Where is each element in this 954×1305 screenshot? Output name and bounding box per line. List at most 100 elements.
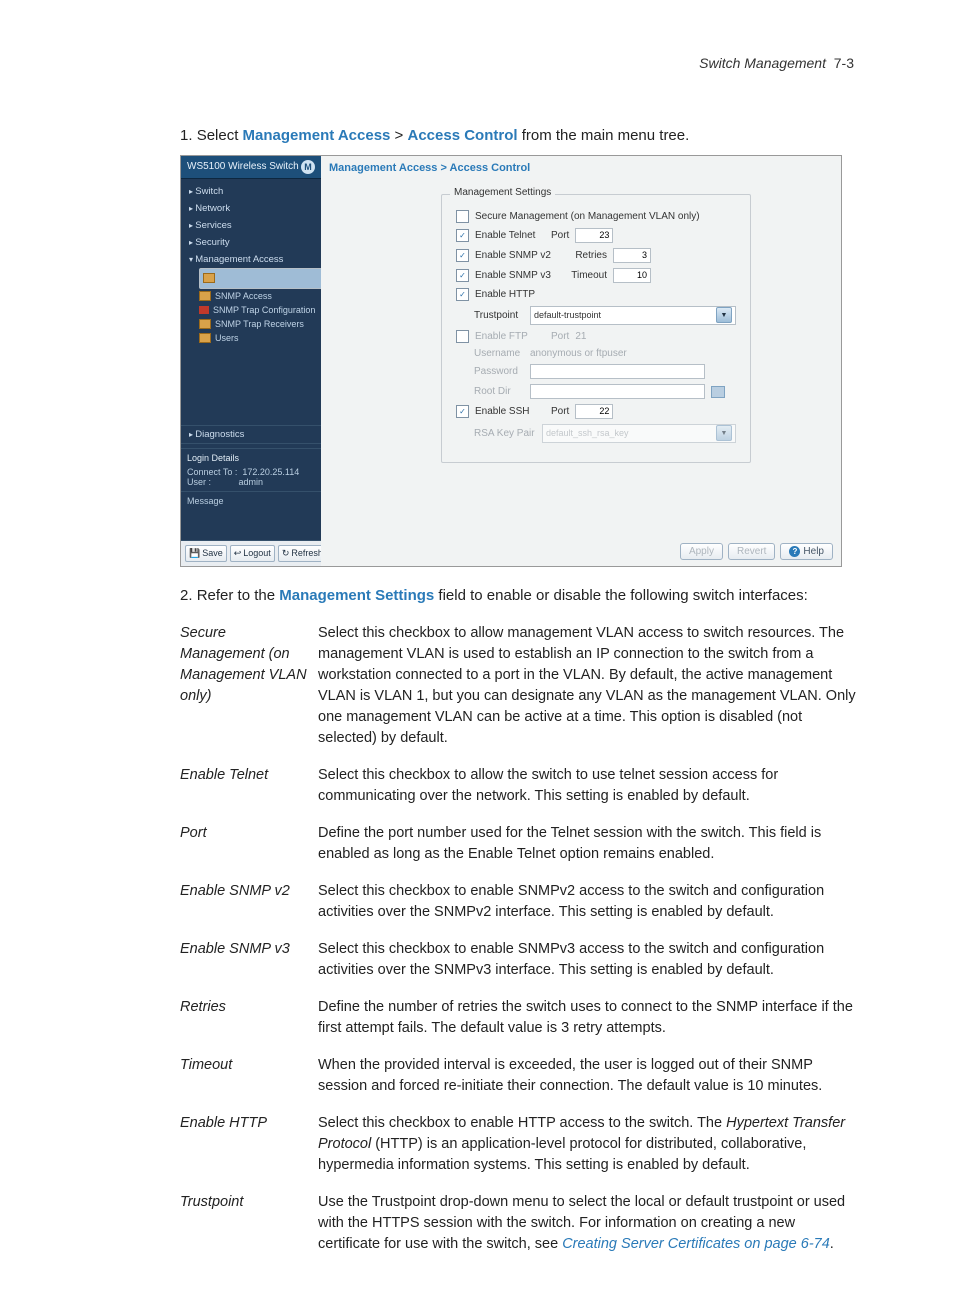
app-screenshot: WS5100 Wireless Switch M Switch Network … — [180, 155, 842, 567]
step-2-num: 2. — [180, 587, 193, 604]
login-connect-label: Connect To : — [187, 467, 237, 477]
management-settings-group: Management Settings Secure Management (o… — [441, 194, 751, 463]
ftp-port-value: 21 — [575, 331, 586, 342]
telnet-port-input[interactable] — [575, 228, 613, 243]
enable-snmpv2-checkbox[interactable]: ✓ — [456, 249, 469, 262]
nav-users[interactable]: Users — [199, 331, 321, 345]
definition-row: Secure Management (on Management VLAN on… — [180, 617, 864, 759]
telnet-port-label: Port — [551, 230, 569, 241]
enable-ssh-checkbox[interactable]: ✓ — [456, 405, 469, 418]
ftp-password-label: Password — [474, 366, 524, 377]
ftp-username-label: Username — [474, 348, 524, 359]
trustpoint-select[interactable]: default-trustpoint ▼ — [530, 306, 736, 325]
config-icon — [199, 306, 209, 314]
enable-ftp-label: Enable FTP — [475, 331, 545, 342]
ftp-password-row: Password — [474, 364, 736, 379]
retries-input[interactable] — [613, 248, 651, 263]
secure-management-checkbox[interactable] — [456, 210, 469, 223]
definition-term: Port — [180, 817, 318, 875]
login-details-title: Login Details — [187, 453, 315, 463]
ftp-password-input — [530, 364, 705, 379]
enable-http-row: ✓ Enable HTTP — [456, 288, 736, 301]
nav-snmp-access[interactable]: SNMP Access — [199, 289, 321, 303]
trustpoint-label: Trustpoint — [474, 310, 524, 321]
enable-snmpv3-label: Enable SNMP v3 — [475, 270, 557, 281]
step-1-sep: > — [390, 127, 407, 144]
secure-management-row: Secure Management (on Management VLAN on… — [456, 210, 736, 223]
definition-row: TimeoutWhen the provided interval is exc… — [180, 1049, 864, 1107]
logout-icon: ↩ — [234, 548, 242, 559]
enable-snmpv3-row: ✓ Enable SNMP v3 Timeout — [456, 268, 736, 283]
ftp-username-placeholder: anonymous or ftpuser — [530, 348, 627, 359]
logout-button-label: Logout — [243, 548, 271, 558]
step-2: 2. Refer to the Management Settings fiel… — [180, 585, 864, 607]
enable-snmpv2-label: Enable SNMP v2 — [475, 250, 557, 261]
nav-users-label: Users — [215, 333, 239, 343]
save-button[interactable]: 💾Save — [185, 545, 227, 562]
sidebar: WS5100 Wireless Switch M Switch Network … — [181, 156, 321, 566]
step-1-link-b: Access Control — [408, 127, 518, 144]
group-title: Management Settings — [450, 187, 555, 198]
enable-snmpv2-row: ✓ Enable SNMP v2 Retries — [456, 248, 736, 263]
header-section: Switch Management — [699, 55, 826, 71]
logout-button[interactable]: ↩Logout — [230, 545, 275, 562]
definition-desc: Select this checkbox to enable SNMPv2 ac… — [318, 875, 864, 933]
enable-http-checkbox[interactable]: ✓ — [456, 288, 469, 301]
definition-row: Enable SNMP v3Select this checkbox to en… — [180, 933, 864, 991]
header-page: 7-3 — [834, 55, 854, 71]
definition-desc: Select this checkbox to enable HTTP acce… — [318, 1107, 864, 1186]
nav-security[interactable]: Security — [181, 234, 321, 251]
definition-row: Enable HTTPSelect this checkbox to enabl… — [180, 1107, 864, 1186]
help-icon: ? — [789, 546, 800, 557]
step-1-num: 1. — [180, 127, 193, 144]
nav-snmp-access-label: SNMP Access — [215, 291, 272, 301]
ssh-port-input[interactable] — [575, 404, 613, 419]
login-connect-value: 172.20.25.114 — [242, 467, 299, 477]
enable-ftp-checkbox[interactable] — [456, 330, 469, 343]
brand-badge-icon: M — [301, 160, 315, 174]
definition-term: Retries — [180, 991, 318, 1049]
nav-network[interactable]: Network — [181, 200, 321, 217]
nav-snmp-trap-config-label: SNMP Trap Configuration — [213, 305, 315, 315]
definition-row: TrustpointUse the Trustpoint drop-down m… — [180, 1186, 864, 1265]
enable-http-label: Enable HTTP — [475, 289, 535, 300]
nav-switch[interactable]: Switch — [181, 183, 321, 200]
save-icon: 💾 — [189, 548, 200, 559]
secure-management-label: Secure Management (on Management VLAN on… — [475, 211, 700, 222]
timeout-label: Timeout — [563, 270, 607, 281]
definition-desc: Define the port number used for the Teln… — [318, 817, 864, 875]
definition-term: Enable HTTP — [180, 1107, 318, 1186]
step-1-link-a: Management Access — [243, 127, 391, 144]
timeout-input[interactable] — [613, 268, 651, 283]
nav-diagnostics[interactable]: Diagnostics — [181, 425, 321, 444]
nav-snmp-trap-rx-label: SNMP Trap Receivers — [215, 319, 304, 329]
nav-management-access[interactable]: Management Access — [181, 251, 321, 268]
nav-snmp-trap-receivers[interactable]: SNMP Trap Receivers — [199, 317, 321, 331]
revert-button[interactable]: Revert — [728, 543, 775, 560]
help-button[interactable]: ?Help — [780, 543, 833, 560]
action-buttons: Apply Revert ?Help — [680, 543, 833, 560]
login-user-label: User : — [187, 477, 211, 487]
definition-desc: Use the Trustpoint drop-down menu to sel… — [318, 1186, 864, 1265]
refresh-icon: ↻ — [282, 548, 290, 559]
cross-reference-link[interactable]: Creating Server Certificates on page 6-7… — [562, 1236, 830, 1252]
definitions-table: Secure Management (on Management VLAN on… — [180, 617, 864, 1265]
step-1-post: from the main menu tree. — [518, 127, 690, 144]
refresh-button[interactable]: ↻Refresh — [278, 545, 327, 562]
apply-button[interactable]: Apply — [680, 543, 723, 560]
enable-snmpv3-checkbox[interactable]: ✓ — [456, 269, 469, 282]
rsa-keypair-value: default_ssh_rsa_key — [546, 428, 629, 438]
nav-snmp-trap-config[interactable]: SNMP Trap Configuration — [199, 303, 321, 317]
enable-telnet-label: Enable Telnet — [475, 230, 545, 241]
step-2-pre: Refer to the — [197, 587, 280, 604]
definition-row: RetriesDefine the number of retries the … — [180, 991, 864, 1049]
ftp-rootdir-row: Root Dir — [474, 384, 736, 399]
browse-folder-icon[interactable] — [711, 386, 725, 398]
enable-telnet-checkbox[interactable]: ✓ — [456, 229, 469, 242]
nav-services[interactable]: Services — [181, 217, 321, 234]
step-1-pre: Select — [197, 127, 243, 144]
rsa-keypair-label: RSA Key Pair — [474, 428, 536, 439]
folder-icon — [199, 319, 211, 329]
save-button-label: Save — [202, 548, 223, 558]
app-title: WS5100 Wireless Switch — [187, 161, 299, 172]
